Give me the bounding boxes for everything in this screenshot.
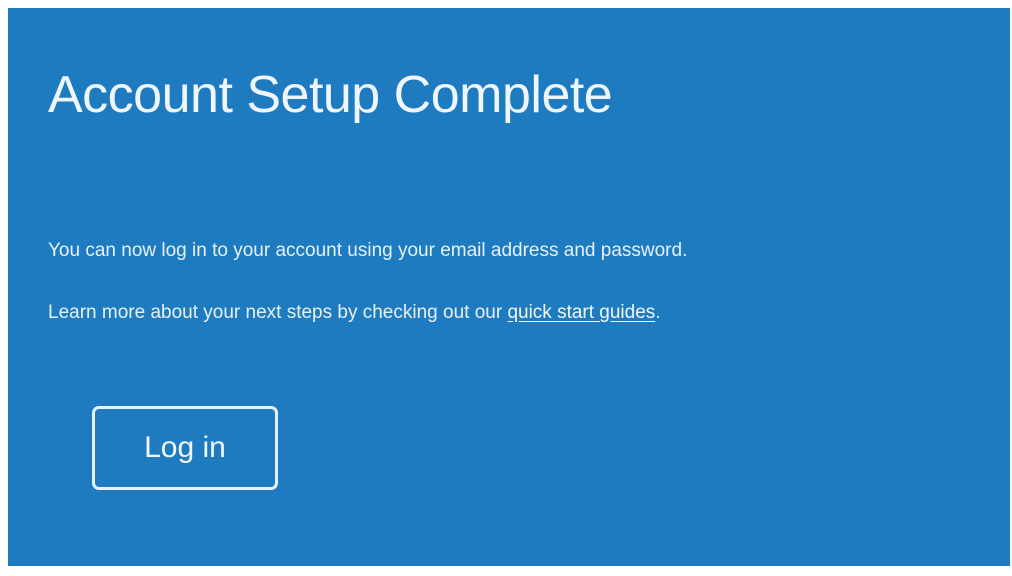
setup-complete-panel: Account Setup Complete You can now log i… <box>8 8 1010 566</box>
login-button[interactable]: Log in <box>92 406 278 490</box>
quick-start-guides-link[interactable]: quick start guides <box>507 302 655 323</box>
login-button-label: Log in <box>144 431 226 464</box>
login-instructions-text: You can now log in to your account using… <box>48 240 688 261</box>
page-title: Account Setup Complete <box>48 66 613 124</box>
next-steps-text: Learn more about your next steps by chec… <box>48 300 661 326</box>
next-steps-suffix: . <box>655 302 661 323</box>
next-steps-prefix: Learn more about your next steps by chec… <box>48 302 508 323</box>
login-instructions: You can now log in to your account using… <box>48 238 687 264</box>
